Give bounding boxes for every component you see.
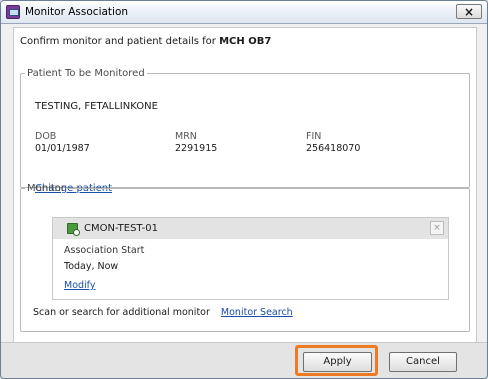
fin-value: 256418070: [306, 143, 361, 154]
scan-instructions: Scan or search for additional monitor Mo…: [33, 307, 293, 318]
apply-button[interactable]: Apply: [303, 352, 372, 372]
patient-section: Patient To be Monitored TESTING, FETALLI…: [20, 68, 470, 194]
confirm-text: Confirm monitor and patient details for …: [20, 36, 271, 47]
monitor-header: CMON-TEST-01 ×: [52, 217, 449, 241]
monitor-search-link[interactable]: Monitor Search: [221, 307, 293, 318]
location-name: MCH OB7: [219, 36, 272, 47]
dob-label: DOB: [35, 131, 57, 142]
patient-name: TESTING, FETALLINKONE: [35, 101, 158, 112]
monitor-association-window: Monitor Association × Confirm monitor an…: [0, 0, 488, 379]
dob-value: 01/01/1987: [35, 143, 90, 154]
confirm-prefix: Confirm monitor and patient details for: [20, 36, 216, 47]
association-start-value: Today, Now: [64, 261, 119, 272]
monitor-app-icon: [6, 5, 20, 19]
remove-monitor-button[interactable]: ×: [430, 221, 444, 235]
title-bar[interactable]: Monitor Association ×: [1, 1, 487, 24]
close-button[interactable]: ×: [456, 4, 482, 19]
monitor-name: CMON-TEST-01: [84, 223, 158, 234]
button-bar: Apply Cancel: [1, 342, 487, 378]
mrn-value: 2291915: [175, 143, 218, 154]
cancel-button[interactable]: Cancel: [389, 352, 457, 372]
monitor-device-icon: [67, 223, 80, 236]
mrn-label: MRN: [175, 131, 197, 142]
monitor-section: Monitor CMON-TEST-01 × Association Start…: [20, 183, 470, 332]
fin-label: FIN: [306, 131, 322, 142]
patient-section-legend: Patient To be Monitored: [27, 68, 145, 79]
monitor-section-legend: Monitor: [27, 183, 66, 194]
association-panel: Association Start Today, Now Modify: [52, 239, 449, 300]
association-start-label: Association Start: [64, 245, 145, 256]
scan-text: Scan or search for additional monitor: [33, 307, 210, 318]
dialog-body: Confirm monitor and patient details for …: [13, 27, 477, 345]
window-title: Monitor Association: [25, 6, 129, 18]
modify-link[interactable]: Modify: [64, 280, 95, 291]
